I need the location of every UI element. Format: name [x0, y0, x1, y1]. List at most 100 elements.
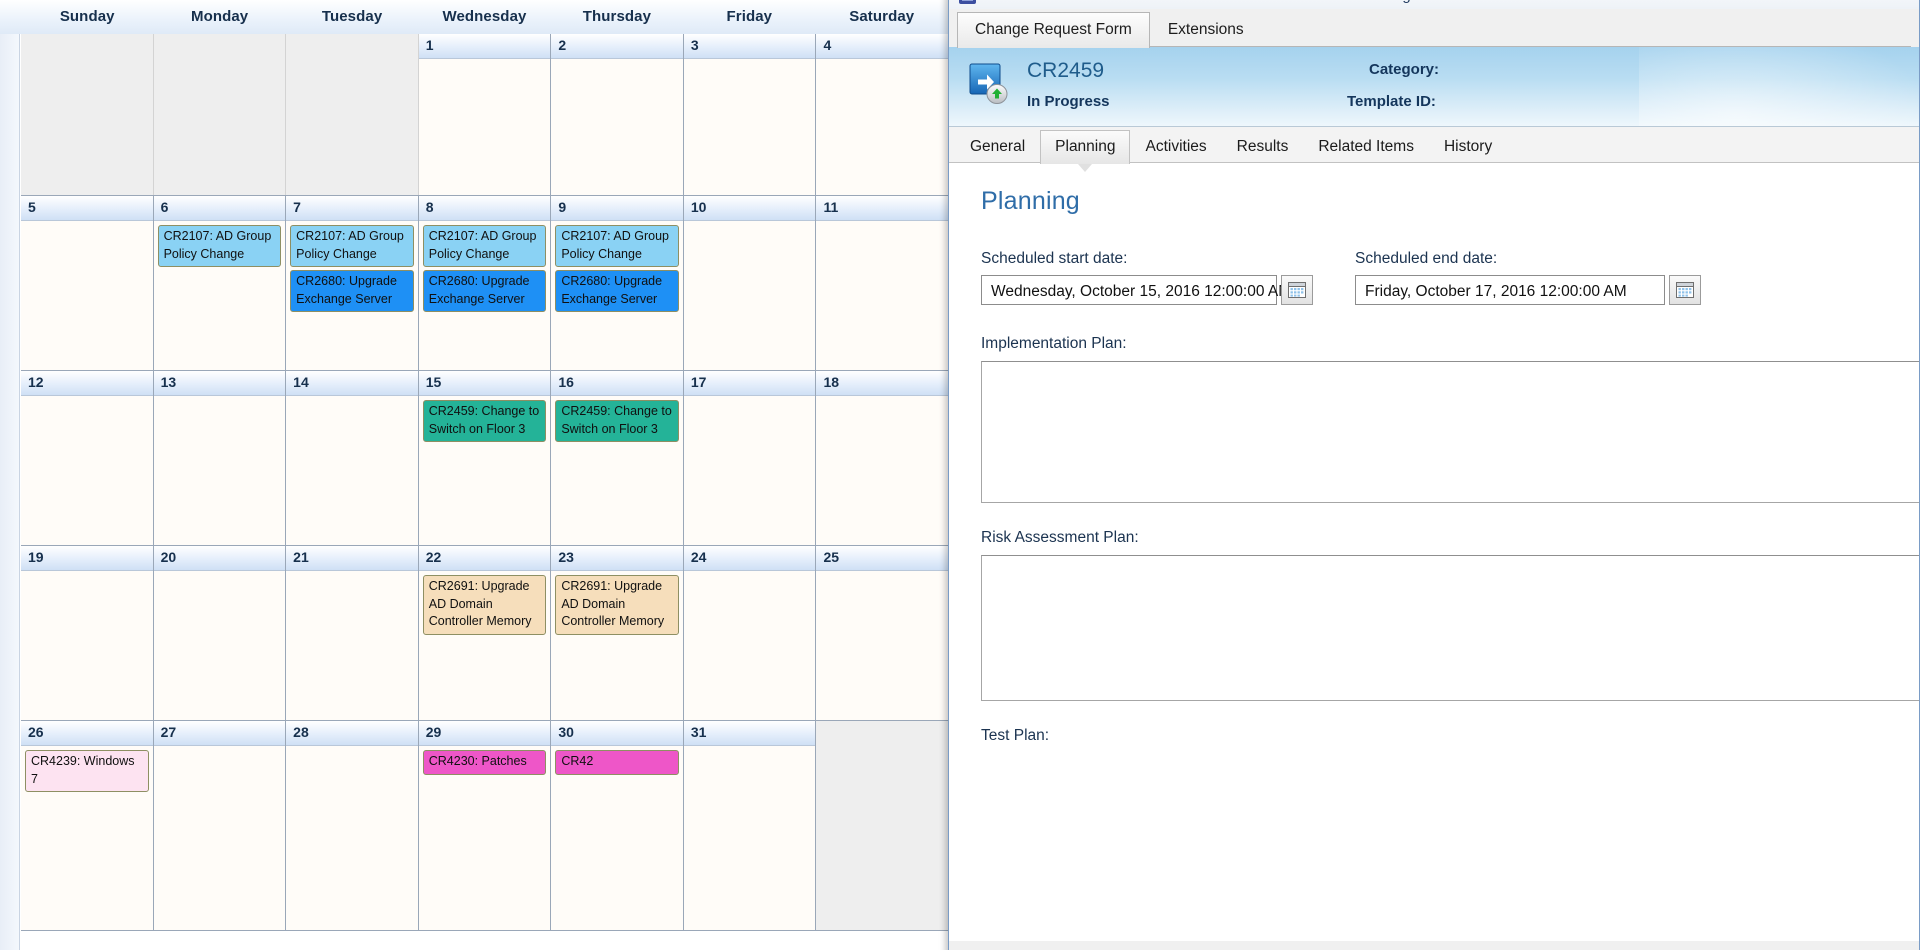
calendar-day-cell[interactable]: 29 CR4230: Patches: [418, 721, 552, 930]
calendar-event[interactable]: CR2107: AD Group Policy Change: [290, 225, 414, 267]
calendar-day-cell[interactable]: 2: [551, 34, 684, 195]
tab-related-items[interactable]: Related Items: [1303, 130, 1429, 164]
calendar-day-cell[interactable]: 13: [153, 371, 287, 545]
outer-tabstrip[interactable]: Change Request Form Extensions: [949, 9, 1919, 48]
calendar-day-header-row: Sunday Monday Tuesday Wednesday Thursday…: [0, 0, 948, 34]
calendar-day-cell[interactable]: 5: [21, 196, 154, 370]
calendar-day-number: 17: [683, 371, 816, 396]
calendar-day-cell[interactable]: 31: [683, 721, 817, 930]
calendar-day-cell[interactable]: 4: [816, 34, 948, 195]
test-plan-label: Test Plan:: [981, 727, 1050, 744]
calendar-day-number: 27: [153, 721, 286, 746]
calendar-day-cell[interactable]: 18: [816, 371, 948, 545]
inner-tabstrip[interactable]: General Planning Activities Results Rela…: [949, 127, 1919, 172]
calendar-day-cell[interactable]: 21: [286, 546, 419, 720]
calendar-day-cell[interactable]: 17: [683, 371, 817, 545]
calendar-event[interactable]: CR2107: AD Group Policy Change: [157, 225, 282, 267]
calendar-day-cell-empty: [153, 34, 287, 195]
calendar-day-cell[interactable]: 1: [418, 34, 552, 195]
tab-extensions[interactable]: Extensions: [1150, 12, 1262, 48]
calendar-day-cell[interactable]: 30 CR42: [551, 721, 684, 930]
calendar-day-number: 30: [551, 721, 683, 746]
calendar-day-cell[interactable]: 10: [683, 196, 817, 370]
calendar-day-number: 19: [21, 546, 153, 571]
calendar-event[interactable]: CR2680: Upgrade Exchange Server: [555, 270, 679, 312]
calendar-day-events: [551, 59, 683, 63]
calendar-day-cell[interactable]: 8 CR2107: AD Group Policy Change CR2680: U…: [418, 196, 552, 370]
tab-activities[interactable]: Activities: [1130, 130, 1221, 164]
record-id: CR2459: [1027, 59, 1105, 82]
calendar-day-cell[interactable]: 19: [21, 546, 154, 720]
calendar-day-number: 29: [418, 721, 551, 746]
calendar-event[interactable]: CR4239: Windows 7: [25, 750, 149, 792]
risk-assessment-plan-textarea[interactable]: [981, 555, 1919, 701]
calendar-day-cell[interactable]: 24: [683, 546, 817, 720]
calendar-event[interactable]: CR2107: AD Group Policy Change: [555, 225, 679, 267]
calendar-day-events: [21, 34, 153, 38]
hero-sheen-decoration: [1639, 47, 1919, 126]
header-gutter-spacer: [0, 0, 21, 34]
calendar-day-cell[interactable]: 20: [153, 546, 287, 720]
calendar-event[interactable]: CR2680: Upgrade Exchange Server: [422, 270, 547, 312]
day-header-wednesday: Wednesday: [442, 8, 527, 25]
calendar-day-cell[interactable]: 12: [21, 371, 154, 545]
page-title: Planning: [981, 187, 1080, 215]
window-app-icon: [959, 0, 976, 4]
scheduled-start-input[interactable]: Wednesday, October 15, 2016 12:00:00 AM: [981, 275, 1291, 305]
calendar-day-cell[interactable]: 9 CR2107: AD Group Policy Change CR2680: U…: [551, 196, 684, 370]
calendar-day-number: 23: [551, 546, 683, 571]
change-calendar[interactable]: Sunday Monday Tuesday Wednesday Thursday…: [0, 0, 948, 950]
calendar-day-events: [286, 396, 418, 400]
calendar-day-cell[interactable]: 25: [816, 546, 948, 720]
calendar-day-number: 24: [683, 546, 816, 571]
scheduled-end-calendar-button[interactable]: [1669, 275, 1701, 305]
planning-tab-content: Planning Scheduled start date: Wednesday…: [949, 163, 1919, 941]
tab-results[interactable]: Results: [1222, 130, 1304, 164]
scheduled-end-label: Scheduled end date:: [1355, 250, 1498, 267]
calendar-day-cell[interactable]: 22 CR2691: Upgrade AD Domain Controller M…: [418, 546, 552, 720]
calendar-day-cell[interactable]: 23 CR2691: Upgrade AD Domain Controller M…: [551, 546, 684, 720]
calendar-event[interactable]: CR2459: Change to Switch on Floor 3: [422, 400, 547, 442]
calendar-day-events: CR2459: Change to Switch on Floor 3: [419, 396, 551, 442]
calendar-day-cell[interactable]: 11: [816, 196, 948, 370]
tab-history[interactable]: History: [1429, 130, 1507, 164]
calendar-event[interactable]: CR2680: Upgrade Exchange Server: [290, 270, 414, 312]
calendar-event[interactable]: CR2691: Upgrade AD Domain Controller Mem…: [422, 575, 547, 635]
calendar-day-cell[interactable]: 14: [286, 371, 419, 545]
scheduled-start-calendar-button[interactable]: [1281, 275, 1313, 305]
calendar-event[interactable]: CR2459: Change to Switch on Floor 3: [555, 400, 679, 442]
implementation-plan-textarea[interactable]: [981, 361, 1919, 503]
tab-planning[interactable]: Planning: [1040, 130, 1131, 172]
calendar-day-events: [286, 571, 418, 575]
calendar-day-events: CR4230: Patches: [419, 746, 551, 775]
calendar-week-row: 26 CR4239: Windows 7 27 28 29 CR4230: Patches…: [21, 721, 948, 931]
calendar-day-events: CR2459: Change to Switch on Floor 3: [551, 396, 683, 442]
calendar-day-events: CR4239: Windows 7: [21, 746, 153, 792]
calendar-day-cell[interactable]: 6 CR2107: AD Group Policy Change: [153, 196, 287, 370]
calendar-day-cell[interactable]: 26 CR4239: Windows 7: [21, 721, 154, 930]
calendar-day-number: 25: [816, 546, 948, 571]
day-header-friday: Friday: [726, 8, 773, 25]
tab-change-request-form[interactable]: Change Request Form: [957, 12, 1150, 48]
calendar-day-number: 14: [286, 371, 418, 396]
calendar-event[interactable]: CR4230: Patches: [422, 750, 547, 775]
implementation-plan-label: Implementation Plan:: [981, 335, 1127, 352]
calendar-day-events: CR2107: AD Group Policy Change CR2680: Up…: [419, 221, 551, 312]
calendar-event[interactable]: CR42: [555, 750, 679, 775]
change-request-detail-window[interactable]: CR2459: Change to Switch on Floor 3 Chan…: [948, 0, 1920, 950]
calendar-day-events: [816, 396, 948, 400]
calendar-day-cell[interactable]: 7 CR2107: AD Group Policy Change CR2680: U…: [286, 196, 419, 370]
calendar-left-gutter: [0, 0, 20, 950]
calendar-event[interactable]: CR2107: AD Group Policy Change: [422, 225, 547, 267]
calendar-day-number: 26: [21, 721, 153, 746]
calendar-day-cell[interactable]: 15 CR2459: Change to Switch on Floor 3: [418, 371, 552, 545]
calendar-day-cell[interactable]: 3: [683, 34, 817, 195]
calendar-day-cell-empty: [286, 34, 419, 195]
tab-general[interactable]: General: [955, 130, 1040, 164]
calendar-day-events: [21, 221, 153, 225]
calendar-day-cell[interactable]: 16 CR2459: Change to Switch on Floor 3: [551, 371, 684, 545]
calendar-day-cell[interactable]: 27: [153, 721, 287, 930]
calendar-day-cell[interactable]: 28: [286, 721, 419, 930]
calendar-event[interactable]: CR2691: Upgrade AD Domain Controller Mem…: [555, 575, 679, 635]
scheduled-end-input[interactable]: Friday, October 17, 2016 12:00:00 AM: [1355, 275, 1665, 305]
